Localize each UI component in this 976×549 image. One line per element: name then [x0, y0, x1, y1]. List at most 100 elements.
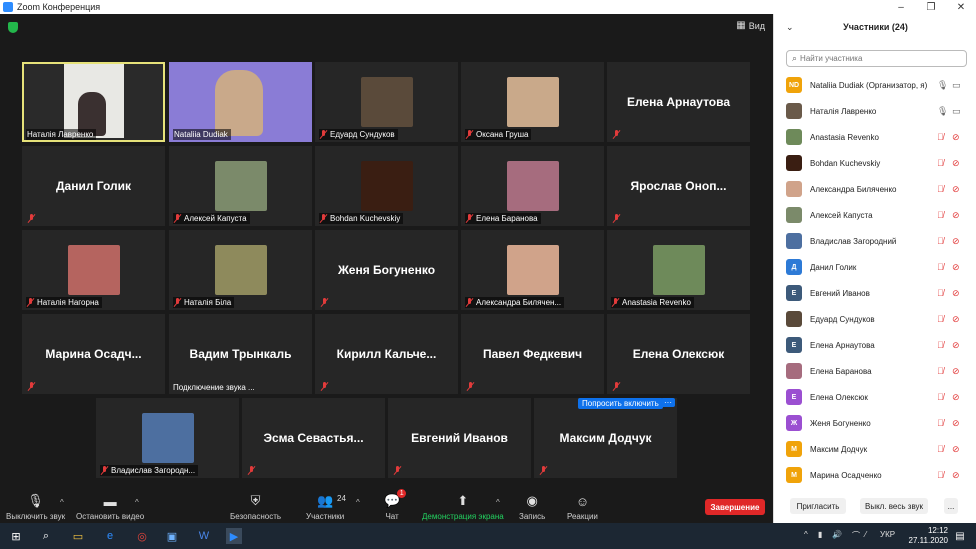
participant-list-item[interactable]: Алексей Капуста 🎙̸ ⊘	[774, 202, 976, 228]
muted-mic-icon[interactable]: 🎙̸	[937, 418, 944, 428]
participant-list-item[interactable]: Ж Женя Богуненко 🎙̸ ⊘	[774, 410, 976, 436]
participant-list-item[interactable]: Е Елена Арнаутова 🎙̸ ⊘	[774, 332, 976, 358]
participant-tile[interactable]: Александра Билячен...	[461, 230, 604, 310]
participant-tile[interactable]: Данил Голик	[22, 146, 165, 226]
view-button[interactable]: ▦ Вид	[736, 20, 765, 31]
panel-more-button[interactable]: ...	[944, 498, 958, 514]
tile-more-button[interactable]: ···	[661, 398, 675, 407]
video-off-icon[interactable]: ⊘	[952, 158, 960, 169]
reactions-button[interactable]: ☺ Реакции	[567, 492, 598, 522]
participant-tile[interactable]: Anastasia Revenko	[607, 230, 750, 310]
participant-list-item[interactable]: Bohdan Kuchevskiy 🎙̸ ⊘	[774, 150, 976, 176]
participant-tile[interactable]: Елена Арнаутова	[607, 62, 750, 142]
taskbar-search-icon[interactable]: ⌕	[38, 528, 54, 544]
participant-tile[interactable]: Женя Богуненко	[315, 230, 458, 310]
participant-tile[interactable]: Евгений Иванов	[388, 398, 531, 478]
input-language[interactable]: УКР	[880, 530, 895, 539]
participant-tile[interactable]: Алексей Капуста	[169, 146, 312, 226]
share-screen-button[interactable]: ⬆ Демонстрация экрана	[422, 492, 504, 521]
participants-caret-icon[interactable]: ^	[356, 498, 360, 507]
video-off-icon[interactable]: ⊘	[952, 470, 960, 481]
participant-list-item[interactable]: Наталія Лавренко 🎙 ▭	[774, 98, 976, 124]
start-windows-icon[interactable]: ⊞	[8, 528, 24, 544]
muted-mic-icon[interactable]: 🎙̸	[937, 392, 944, 402]
chat-button[interactable]: 💬 1 Чат	[384, 489, 407, 521]
participant-tile[interactable]: Владислав Загородн...	[96, 398, 239, 478]
video-off-icon[interactable]: ⊘	[952, 210, 960, 221]
participant-tile[interactable]: Павел Федкевич	[461, 314, 604, 394]
video-options-caret-icon[interactable]: ^	[135, 498, 139, 507]
video-off-icon[interactable]: ⊘	[952, 184, 960, 195]
audio-options-caret-icon[interactable]: ^	[60, 498, 64, 507]
word-app-icon[interactable]: W	[196, 528, 212, 544]
tray-network-icon[interactable]: ⌒	[852, 530, 860, 541]
video-camera-icon[interactable]: ▭	[952, 106, 961, 117]
chrome-browser-icon[interactable]: ◎	[134, 528, 150, 544]
participant-tile[interactable]: Наталія Біла	[169, 230, 312, 310]
security-button[interactable]: ⛨ Безопасность	[230, 492, 281, 521]
video-off-icon[interactable]: ⊘	[952, 288, 960, 299]
participant-tile[interactable]: Вадим Трынкаль Подключение звука ...	[169, 314, 312, 394]
video-off-icon[interactable]: ⊘	[952, 340, 960, 351]
invite-button[interactable]: Пригласить	[790, 498, 846, 514]
participant-tile[interactable]: Едуард Сундуков	[315, 62, 458, 142]
ask-to-unmute-button[interactable]: Попросить включить	[578, 398, 663, 409]
participant-tile[interactable]: Bohdan Kuchevskiy	[315, 146, 458, 226]
muted-mic-icon[interactable]: 🎙̸	[937, 132, 944, 142]
participant-list-item[interactable]: Владислав Загородний 🎙̸ ⊘	[774, 228, 976, 254]
participant-tile[interactable]: Максим Додчук	[534, 398, 677, 478]
tray-volume-icon[interactable]: 🔊	[832, 530, 842, 539]
participant-list-item[interactable]: Елена Баранова 🎙̸ ⊘	[774, 358, 976, 384]
share-options-caret-icon[interactable]: ^	[496, 498, 500, 507]
muted-mic-icon[interactable]: 🎙̸	[937, 288, 944, 298]
video-off-icon[interactable]: ⊘	[952, 444, 960, 455]
participant-list-item[interactable]: Anastasia Revenko 🎙̸ ⊘	[774, 124, 976, 150]
muted-mic-icon[interactable]: 🎙̸	[937, 314, 944, 324]
mic-icon[interactable]: 🎙	[937, 80, 948, 91]
participant-tile[interactable]: Елена Баранова	[461, 146, 604, 226]
participant-list-item[interactable]: М Максим Додчук 🎙̸ ⊘	[774, 436, 976, 462]
muted-mic-icon[interactable]: 🎙̸	[937, 184, 944, 194]
edge-browser-icon[interactable]: e	[102, 528, 118, 544]
muted-mic-icon[interactable]: 🎙̸	[937, 340, 944, 350]
participant-search-input[interactable]	[800, 54, 951, 63]
tray-overflow-icon[interactable]: ^	[804, 530, 808, 539]
file-explorer-icon[interactable]: ▭	[70, 528, 86, 544]
muted-mic-icon[interactable]: 🎙̸	[937, 210, 944, 220]
participant-tile[interactable]: Марина Осадч...	[22, 314, 165, 394]
participant-tile[interactable]: Ярослав Оноп...	[607, 146, 750, 226]
participant-list-item[interactable]: Едуард Сундуков 🎙̸ ⊘	[774, 306, 976, 332]
close-button[interactable]: ✕	[946, 0, 976, 14]
mic-icon[interactable]: 🎙	[937, 106, 948, 117]
photos-app-icon[interactable]: ▣	[164, 528, 180, 544]
video-camera-icon[interactable]: ▭	[952, 80, 961, 91]
participant-tile[interactable]: Оксана Груша	[461, 62, 604, 142]
participant-tile[interactable]: Елена Олексюк	[607, 314, 750, 394]
video-off-icon[interactable]: ⊘	[952, 418, 960, 429]
participant-list-item[interactable]: М Марина Осадченко 🎙̸ ⊘	[774, 462, 976, 488]
participant-list-item[interactable]: Александра Биляченко 🎙̸ ⊘	[774, 176, 976, 202]
participant-list-item[interactable]: ND Nataliia Dudiak (Организатор, я) 🎙 ▭	[774, 72, 976, 98]
mute-all-button[interactable]: Выкл. весь звук	[860, 498, 928, 514]
participants-button[interactable]: 👥 24 Участники	[306, 492, 346, 521]
mute-button[interactable]: 🎙 Выключить звук	[6, 492, 65, 521]
muted-mic-icon[interactable]: 🎙̸	[937, 366, 944, 376]
participant-tile[interactable]: Nataliia Dudiak	[169, 62, 312, 142]
muted-mic-icon[interactable]: 🎙̸	[937, 236, 944, 246]
participant-list-item[interactable]: Е Елена Олексюк 🎙̸ ⊘	[774, 384, 976, 410]
restore-button[interactable]: ❐	[916, 0, 946, 14]
security-shield-icon[interactable]	[8, 22, 18, 33]
muted-mic-icon[interactable]: 🎙̸	[937, 158, 944, 168]
participant-list-item[interactable]: Д Данил Голик 🎙̸ ⊘	[774, 254, 976, 280]
end-meeting-button[interactable]: Завершение	[705, 499, 765, 515]
video-off-icon[interactable]: ⊘	[952, 392, 960, 403]
participant-tile[interactable]: Наталія Нагорна	[22, 230, 165, 310]
video-off-icon[interactable]: ⊘	[952, 314, 960, 325]
participant-list-item[interactable]: Е Евгений Иванов 🎙̸ ⊘	[774, 280, 976, 306]
taskbar-clock[interactable]: 12:12 27.11.2020	[909, 526, 948, 546]
video-off-icon[interactable]: ⊘	[952, 236, 960, 247]
participant-search[interactable]: ⌕	[786, 50, 967, 67]
muted-mic-icon[interactable]: 🎙̸	[937, 262, 944, 272]
zoom-taskbar-icon[interactable]: ▶	[226, 528, 242, 544]
stop-video-button[interactable]: ▬ Остановить видео	[76, 492, 144, 522]
